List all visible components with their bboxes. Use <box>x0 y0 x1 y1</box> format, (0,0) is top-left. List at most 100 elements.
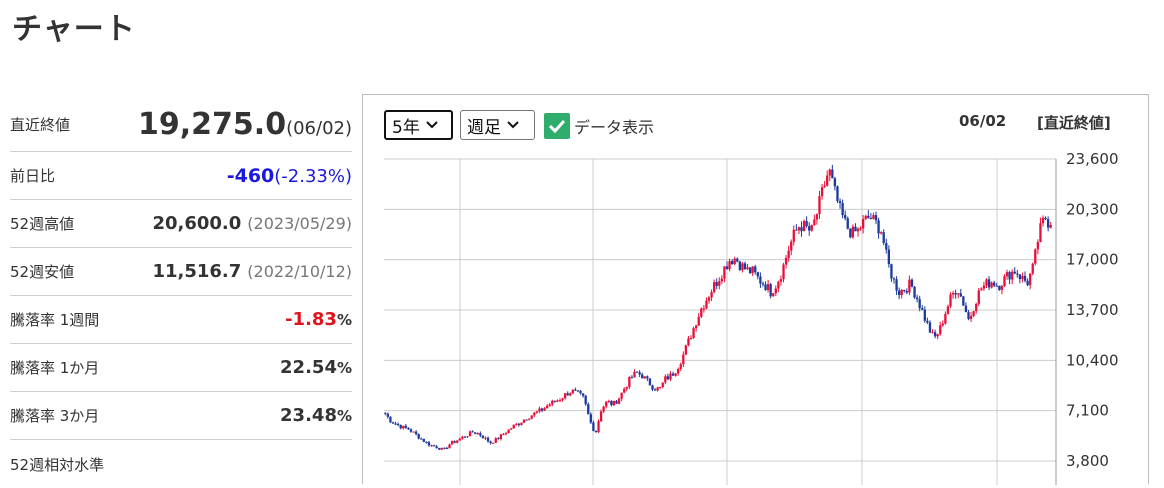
candle-down <box>1008 272 1011 280</box>
candle-down <box>389 416 392 423</box>
candle-up <box>515 423 518 425</box>
candle-down <box>874 215 878 221</box>
candle-down <box>998 285 1001 290</box>
candle-down <box>553 400 557 402</box>
candle-up <box>908 279 911 293</box>
y-tick-label: 23,600 <box>1066 150 1119 168</box>
candle-up <box>936 334 939 337</box>
candle-down <box>1044 217 1047 220</box>
candle-up <box>548 404 551 406</box>
candle-up <box>972 311 975 316</box>
stat-row-rate1w: 騰落率 1週間 -1.83 % <box>10 296 352 344</box>
candle-down <box>432 445 436 447</box>
candle-up <box>723 266 726 279</box>
candle-up <box>504 433 508 435</box>
candle-up <box>774 288 777 294</box>
candle-up <box>412 431 415 433</box>
candle-up <box>820 187 824 197</box>
candle-up <box>448 444 451 449</box>
candle-up <box>664 376 667 383</box>
candle-down <box>913 286 916 298</box>
candle-down <box>396 423 400 425</box>
candle-up <box>535 411 539 413</box>
candle-down <box>471 431 474 433</box>
candle-down <box>463 436 467 438</box>
candle-up <box>697 316 700 326</box>
candle-up <box>607 401 610 403</box>
candle-down <box>895 279 898 291</box>
candle-up <box>450 441 454 445</box>
candle-down <box>897 290 901 296</box>
candle-down <box>445 447 449 449</box>
low52-date: (2022/10/12) <box>247 262 352 281</box>
candle-up <box>528 418 531 420</box>
candle-up <box>872 215 875 219</box>
candle-down <box>574 389 577 391</box>
candle-up <box>656 387 659 391</box>
candle-down <box>576 390 580 392</box>
stat-label: 52週安値 <box>10 263 75 281</box>
candle-down <box>918 299 921 309</box>
candle-up <box>879 232 883 234</box>
candle-down <box>579 391 582 394</box>
candle-up <box>492 442 495 444</box>
candle-down <box>738 261 741 271</box>
stat-row-latest: 直近終値 19,275.0 (06/02) <box>10 98 352 152</box>
candle-up <box>556 400 559 402</box>
candle-up <box>746 267 749 270</box>
candle-up <box>707 297 711 301</box>
candle-up <box>430 445 433 447</box>
rate3m-value: 23.48 <box>280 405 337 426</box>
candle-down <box>384 412 387 414</box>
latest-close-date: (06/02) <box>286 118 352 139</box>
candle-up <box>597 421 600 433</box>
candle-down <box>725 266 729 270</box>
candle-down <box>648 378 652 386</box>
candle-up <box>1005 272 1009 277</box>
candle-down <box>877 220 880 234</box>
candle-down <box>427 442 431 446</box>
candle-down <box>885 243 888 250</box>
y-tick-label: 13,700 <box>1066 301 1119 319</box>
candle-up <box>545 405 549 409</box>
candle-up <box>571 389 574 394</box>
candle-down <box>453 441 456 443</box>
candle-up <box>705 300 708 309</box>
candle-up <box>643 376 646 379</box>
stat-label: 騰落率 1週間 <box>10 311 100 329</box>
candle-down <box>1046 219 1050 228</box>
stat-row-rate3m: 騰落率 3か月 23.48 % <box>10 392 352 440</box>
candle-down <box>391 422 395 424</box>
candle-up <box>931 332 934 334</box>
candle-up <box>466 436 469 438</box>
candle-down <box>435 446 438 449</box>
candle-up <box>602 406 605 412</box>
candle-down <box>993 282 996 286</box>
candle-up <box>623 388 626 393</box>
candle-down <box>805 221 808 227</box>
chart-panel: 5年 週足 データ表示 06/02 [直近終値] 23,600 20,300 17,… <box>362 94 1149 485</box>
candle-up <box>1034 249 1037 264</box>
candle-up <box>499 434 503 440</box>
candlestick-chart: 23,600 20,300 17,000 13,700 10,400 7,100 3,800 <box>384 150 1119 485</box>
candle-up <box>856 228 860 232</box>
candle-up <box>689 337 693 339</box>
candle-up <box>1041 217 1045 224</box>
candle-down <box>808 226 811 231</box>
candle-up <box>1000 286 1004 290</box>
candle-up <box>599 411 603 422</box>
candle-up <box>1036 242 1040 250</box>
candle-up <box>784 257 788 265</box>
candle-down <box>425 441 428 443</box>
candle-up <box>772 293 775 297</box>
candle-down <box>743 263 747 270</box>
candle-up <box>494 438 497 443</box>
candle-down <box>754 266 757 273</box>
candle-down <box>892 278 896 280</box>
candle-down <box>443 447 446 449</box>
stat-label: 52週高値 <box>10 215 75 233</box>
candle-down <box>967 312 970 320</box>
candle-up <box>456 440 459 443</box>
candle-down <box>962 296 965 306</box>
candle-up <box>700 308 703 317</box>
